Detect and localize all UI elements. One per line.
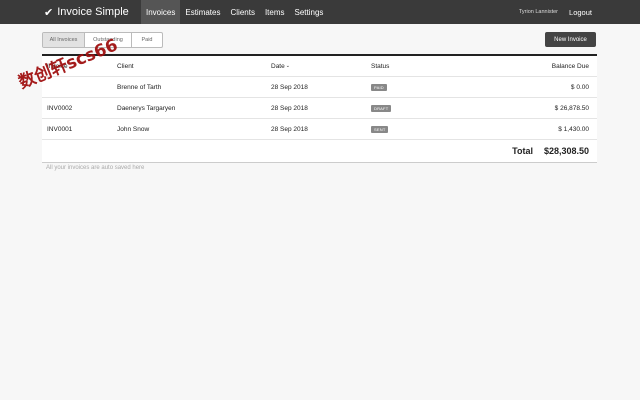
filter-all-invoices[interactable]: All Invoices [43, 33, 85, 47]
invoice-date: 28 Sep 2018 [271, 104, 308, 112]
main-nav: Invoices Estimates Clients Items Setting… [141, 0, 328, 24]
status-cell: DRAFT [371, 98, 392, 118]
app-brand[interactable]: ✔ Invoice Simple [44, 0, 129, 24]
top-navbar: ✔ Invoice Simple Invoices Estimates Clie… [0, 0, 640, 24]
filter-outstanding[interactable]: Outstanding [85, 33, 132, 47]
balance-due: $ 0.00 [570, 83, 589, 91]
invoice-date: 28 Sep 2018 [271, 125, 308, 133]
header-date-label: Date [271, 62, 285, 70]
table-row[interactable]: INV0001 John Snow 28 Sep 2018 SENT $ 1,4… [42, 119, 597, 140]
nav-items[interactable]: Items [260, 0, 290, 24]
invoice-filter-group: All Invoices Outstanding Paid [42, 32, 163, 48]
filter-paid[interactable]: Paid [132, 33, 162, 47]
user-name[interactable]: Tyrion Lannister [519, 0, 558, 24]
total-row: Total $28,308.50 [42, 140, 597, 163]
logout-link[interactable]: Logout [569, 0, 592, 24]
status-cell: SENT [371, 119, 389, 139]
table-header-row: Invoice Client Date ⌄ Status Balance Due [42, 56, 597, 77]
nav-estimates[interactable]: Estimates [180, 0, 225, 24]
balance-due: $ 26,878.50 [554, 104, 589, 112]
header-invoice[interactable]: Invoice [47, 56, 68, 76]
header-date[interactable]: Date ⌄ [271, 56, 290, 76]
nav-clients[interactable]: Clients [225, 0, 259, 24]
new-invoice-button[interactable]: New Invoice [545, 32, 596, 47]
status-badge: SENT [371, 125, 389, 133]
checkmark-icon: ✔ [44, 6, 54, 19]
status-cell: PAID [371, 77, 387, 97]
nav-settings[interactable]: Settings [290, 0, 329, 24]
client-name: Daenerys Targaryen [117, 104, 176, 112]
client-name: John Snow [117, 125, 150, 133]
status-badge: DRAFT [371, 104, 392, 112]
client-name: Brenne of Tarth [117, 83, 162, 91]
table-row[interactable]: INV0002 Daenerys Targaryen 28 Sep 2018 D… [42, 98, 597, 119]
sort-down-icon: ⌄ [285, 63, 290, 69]
header-client[interactable]: Client [117, 56, 134, 76]
invoice-date: 28 Sep 2018 [271, 83, 308, 91]
brand-name: Invoice Simple [57, 6, 129, 18]
autosave-note: All your invoices are auto saved here [46, 165, 145, 171]
invoice-number: INV0002 [47, 104, 73, 112]
total-value: $28,308.50 [543, 146, 589, 156]
total-label: Total [512, 146, 533, 156]
status-badge: PAID [371, 83, 387, 91]
invoice-table: Invoice Client Date ⌄ Status Balance Due … [42, 54, 597, 163]
nav-invoices[interactable]: Invoices [141, 0, 181, 24]
table-row[interactable]: Brenne of Tarth 28 Sep 2018 PAID $ 0.00 [42, 77, 597, 98]
balance-due: $ 1,430.00 [558, 125, 589, 133]
header-balance[interactable]: Balance Due [552, 56, 589, 76]
invoice-number: INV0001 [47, 125, 73, 133]
header-status[interactable]: Status [371, 56, 389, 76]
